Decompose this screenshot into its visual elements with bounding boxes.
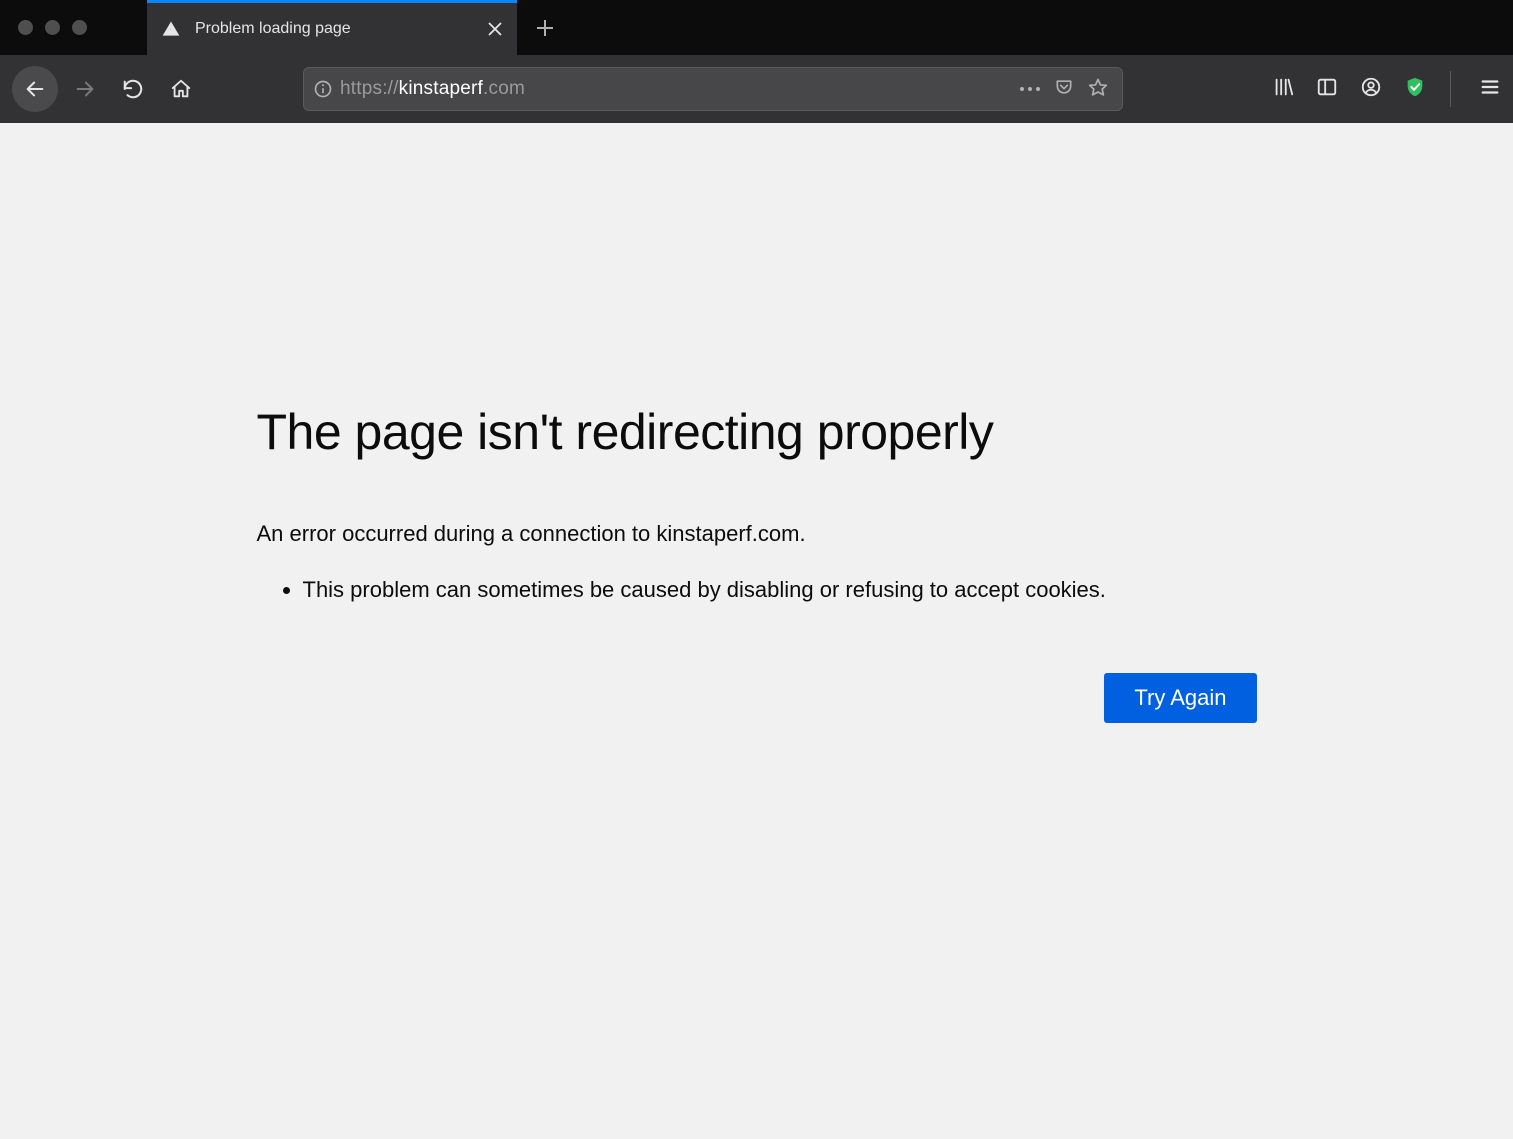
site-info-icon[interactable] xyxy=(312,78,334,100)
try-again-button[interactable]: Try Again xyxy=(1104,673,1256,723)
close-window-button[interactable] xyxy=(18,20,33,35)
close-tab-button[interactable] xyxy=(487,21,503,37)
tab-title: Problem loading page xyxy=(195,20,473,38)
account-icon[interactable] xyxy=(1360,76,1382,103)
minimize-window-button[interactable] xyxy=(45,20,60,35)
separator xyxy=(1450,71,1451,107)
url-host: kinstaperf xyxy=(399,78,483,99)
page-actions-icon[interactable] xyxy=(1020,87,1040,91)
error-details: This problem can sometimes be caused by … xyxy=(257,577,1257,603)
error-card: The page isn't redirecting properly An e… xyxy=(257,403,1257,723)
maximize-window-button[interactable] xyxy=(72,20,87,35)
url-suffix: .com xyxy=(483,78,525,99)
back-button[interactable] xyxy=(12,66,58,112)
shield-icon[interactable] xyxy=(1404,76,1426,103)
pocket-icon[interactable] xyxy=(1054,77,1074,102)
toolbar: https://kinstaperf.com xyxy=(0,55,1513,123)
hamburger-menu-icon[interactable] xyxy=(1479,76,1501,103)
browser-tab[interactable]: Problem loading page xyxy=(147,0,517,55)
reload-button[interactable] xyxy=(112,68,154,110)
warning-icon xyxy=(161,19,181,39)
page-content: The page isn't redirecting properly An e… xyxy=(0,123,1513,1139)
error-subtitle: An error occurred during a connection to… xyxy=(257,521,1257,547)
new-tab-button[interactable] xyxy=(529,12,561,44)
url-protocol: https:// xyxy=(340,78,399,99)
forward-button[interactable] xyxy=(64,68,106,110)
bookmark-icon[interactable] xyxy=(1088,77,1108,102)
library-icon[interactable] xyxy=(1272,76,1294,103)
url-text: https://kinstaperf.com xyxy=(340,78,1014,100)
sidebar-icon[interactable] xyxy=(1316,76,1338,103)
titlebar: Problem loading page xyxy=(0,0,1513,55)
error-bullet: This problem can sometimes be caused by … xyxy=(303,577,1257,603)
address-bar[interactable]: https://kinstaperf.com xyxy=(303,67,1123,111)
window-controls xyxy=(18,20,87,35)
home-button[interactable] xyxy=(160,68,202,110)
address-bar-actions xyxy=(1020,77,1114,102)
error-title: The page isn't redirecting properly xyxy=(257,403,1257,461)
toolbar-right xyxy=(1272,71,1501,107)
